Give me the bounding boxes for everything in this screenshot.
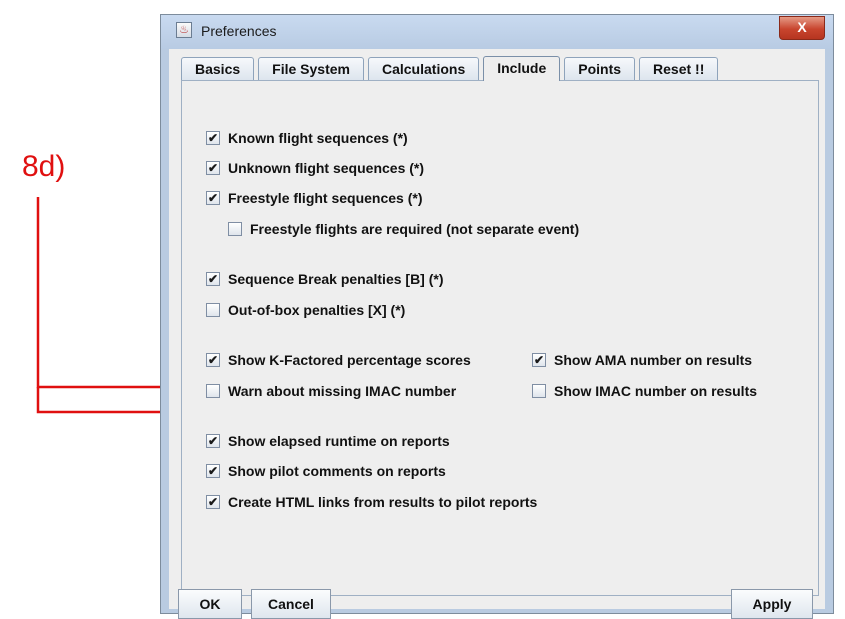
option-label: Sequence Break penalties [B] (*) — [228, 271, 444, 287]
option-out-of-box[interactable]: Out-of-box penalties [X] (*) — [206, 302, 405, 318]
option-show-imac[interactable]: Show IMAC number on results — [532, 383, 757, 399]
option-label: Show K-Factored percentage scores — [228, 352, 471, 368]
checkbox[interactable]: ✔ — [206, 353, 220, 367]
checkbox[interactable]: ✔ — [206, 464, 220, 478]
checkbox[interactable]: ✔ — [206, 272, 220, 286]
tab-include[interactable]: Include — [483, 56, 561, 81]
option-known-sequences[interactable]: ✔ Known flight sequences (*) — [206, 130, 408, 146]
checkbox[interactable] — [228, 222, 242, 236]
apply-button[interactable]: Apply — [731, 589, 813, 619]
checkbox[interactable] — [206, 384, 220, 398]
java-app-icon: ♨ — [176, 22, 192, 38]
option-pilot-comments[interactable]: ✔ Show pilot comments on reports — [206, 463, 446, 479]
option-label: Create HTML links from results to pilot … — [228, 494, 538, 510]
tab-basics[interactable]: Basics — [181, 57, 255, 80]
tab-reset[interactable]: Reset !! — [639, 57, 719, 80]
option-label: Freestyle flights are required (not sepa… — [250, 221, 580, 237]
tab-points[interactable]: Points — [564, 57, 636, 80]
tab-calculations[interactable]: Calculations — [367, 57, 480, 80]
option-label: Show AMA number on results — [554, 352, 753, 368]
checkbox[interactable]: ✔ — [532, 353, 546, 367]
cancel-button[interactable]: Cancel — [251, 589, 331, 619]
option-freestyle-sequences[interactable]: ✔ Freestyle flight sequences (*) — [206, 190, 423, 206]
preferences-window: ♨ Preferences X Basics File System Calcu… — [160, 14, 834, 619]
option-label: Freestyle flight sequences (*) — [228, 190, 423, 206]
option-label: Out-of-box penalties [X] (*) — [228, 302, 406, 318]
option-freestyle-required[interactable]: Freestyle flights are required (not sepa… — [228, 221, 579, 237]
include-tab-panel: ✔ Known flight sequences (*) ✔ Unknown f… — [181, 80, 819, 596]
checkbox[interactable]: ✔ — [206, 191, 220, 205]
option-label: Show pilot comments on reports — [228, 463, 446, 479]
option-html-links[interactable]: ✔ Create HTML links from results to pilo… — [206, 494, 537, 510]
checkbox[interactable]: ✔ — [206, 434, 220, 448]
option-label: Show elapsed runtime on reports — [228, 433, 450, 449]
ok-button[interactable]: OK — [178, 589, 242, 619]
checkbox[interactable]: ✔ — [206, 495, 220, 509]
annotation-label: 8d) — [22, 150, 66, 183]
option-label: Unknown flight sequences (*) — [228, 160, 425, 176]
close-button[interactable]: X — [779, 16, 825, 40]
option-elapsed-runtime[interactable]: ✔ Show elapsed runtime on reports — [206, 433, 450, 449]
dialog-content: Basics File System Calculations Include … — [169, 49, 825, 619]
checkbox[interactable] — [206, 303, 220, 317]
option-label: Show IMAC number on results — [554, 383, 758, 399]
checkbox[interactable]: ✔ — [206, 161, 220, 175]
checkbox[interactable] — [532, 384, 546, 398]
option-warn-imac[interactable]: Warn about missing IMAC number — [206, 383, 456, 399]
option-k-factored[interactable]: ✔ Show K-Factored percentage scores — [206, 352, 471, 368]
option-show-ama[interactable]: ✔ Show AMA number on results — [532, 352, 752, 368]
checkbox[interactable]: ✔ — [206, 131, 220, 145]
option-unknown-sequences[interactable]: ✔ Unknown flight sequences (*) — [206, 160, 424, 176]
option-label: Warn about missing IMAC number — [228, 383, 457, 399]
option-label: Known flight sequences (*) — [228, 130, 408, 146]
tab-strip: Basics File System Calculations Include … — [181, 56, 722, 81]
tab-file-system[interactable]: File System — [258, 57, 364, 80]
title-bar: ♨ Preferences X — [161, 15, 833, 49]
window-title: Preferences — [201, 23, 277, 39]
option-sequence-break[interactable]: ✔ Sequence Break penalties [B] (*) — [206, 271, 444, 287]
